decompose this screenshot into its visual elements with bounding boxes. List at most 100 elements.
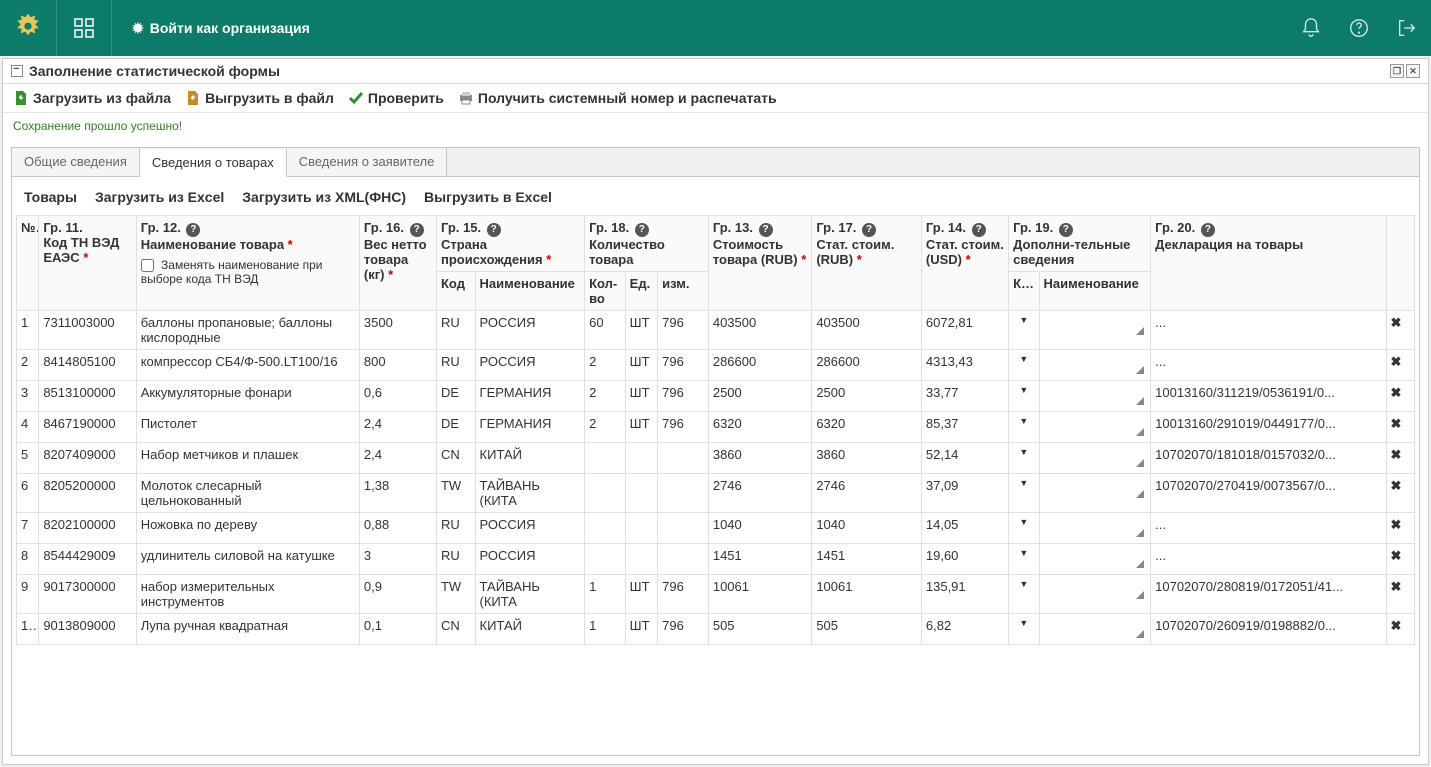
panel-close-button[interactable]: ✕ [1406,64,1420,78]
delete-row-button[interactable]: ✖ [1386,349,1415,380]
help-icon[interactable]: ? [487,223,501,237]
cell-add-name[interactable] [1039,349,1151,380]
cell-add-code-dropdown[interactable]: ▼ [1009,613,1039,644]
cell-country-code: RU [436,310,475,349]
cell-add-name[interactable] [1039,473,1151,512]
cell-declaration: ... [1151,543,1386,574]
help-icon[interactable]: ? [862,223,876,237]
export-excel-button[interactable]: Выгрузить в Excel [424,189,552,205]
delete-row-button[interactable]: ✖ [1386,512,1415,543]
col-country-name: Наименование [475,271,585,310]
cell-weight: 0,9 [359,574,436,613]
delete-row-button[interactable]: ✖ [1386,380,1415,411]
table-row[interactable]: 99017300000набор измерительных инструмен… [17,574,1415,613]
cell-add-code-dropdown[interactable]: ▼ [1009,473,1039,512]
delete-row-button[interactable]: ✖ [1386,613,1415,644]
help-button[interactable] [1335,0,1383,56]
cell-country-name: ТАЙВАНЬ (КИТА [475,574,585,613]
cell-code: 8207409000 [39,442,136,473]
replace-name-checkbox[interactable] [141,259,154,272]
delete-row-button[interactable]: ✖ [1386,473,1415,512]
load-from-file-button[interactable]: Загрузить из файла [13,90,171,106]
cell-stat-usd: 37,09 [921,473,1008,512]
delete-row-button[interactable]: ✖ [1386,543,1415,574]
help-icon[interactable]: ? [1201,223,1215,237]
help-icon[interactable]: ? [972,223,986,237]
cell-add-name[interactable] [1039,543,1151,574]
load-xml-button[interactable]: Загрузить из XML(ФНС) [242,189,406,205]
get-system-number-button[interactable]: Получить системный номер и распечатать [458,90,777,106]
cell-add-name[interactable] [1039,442,1151,473]
cell-qty: 1 [585,574,626,613]
tab-goods[interactable]: Сведения о товарах [140,149,287,177]
chevron-down-icon: ▼ [1013,579,1034,589]
cell-country-name: РОССИЯ [475,543,585,574]
cell-add-name[interactable] [1039,613,1151,644]
cell-add-name[interactable] [1039,574,1151,613]
tab-declarant[interactable]: Сведения о заявителе [287,148,448,176]
cell-name: Пистолет [136,411,359,442]
cell-add-name[interactable] [1039,380,1151,411]
cell-add-code-dropdown[interactable]: ▼ [1009,380,1039,411]
table-row[interactable]: 17311003000баллоны пропановые; баллоны к… [17,310,1415,349]
cell-unit [625,512,657,543]
cell-add-name[interactable] [1039,512,1151,543]
notifications-button[interactable] [1287,0,1335,56]
col-declaration: Гр. 20. ? Декларация на товары [1151,216,1386,311]
help-icon[interactable]: ? [410,223,424,237]
cell-num: 3 [17,380,39,411]
check-button[interactable]: Проверить [348,90,444,106]
load-excel-button[interactable]: Загрузить из Excel [95,189,224,205]
cell-name: компрессор СБ4/Ф-500.LT100/16 [136,349,359,380]
cell-cost: 403500 [708,310,811,349]
table-row[interactable]: 48467190000Пистолет2,4DEГЕРМАНИЯ2ШТ79663… [17,411,1415,442]
cell-stat-usd: 6,82 [921,613,1008,644]
cell-add-code-dropdown[interactable]: ▼ [1009,442,1039,473]
table-row[interactable]: 28414805100компрессор СБ4/Ф-500.LT100/16… [17,349,1415,380]
help-icon[interactable]: ? [759,223,773,237]
panel-restore-button[interactable]: ❐ [1390,64,1404,78]
apps-button[interactable] [56,0,112,56]
delete-row-button[interactable]: ✖ [1386,411,1415,442]
cell-code: 8205200000 [39,473,136,512]
cell-stat-rub: 3860 [812,442,922,473]
panel-collapse-toggle[interactable] [11,65,23,77]
table-row[interactable]: 68205200000Молоток слесарный цельнокован… [17,473,1415,512]
logout-button[interactable] [1383,0,1431,56]
cell-add-code-dropdown[interactable]: ▼ [1009,512,1039,543]
cell-unit-code: 796 [658,380,709,411]
cell-add-code-dropdown[interactable]: ▼ [1009,574,1039,613]
cell-stat-usd: 4313,43 [921,349,1008,380]
replace-name-checkbox-label[interactable]: Заменять наименование при выборе кода ТН… [141,258,355,286]
table-row[interactable]: 109013809000Лупа ручная квадратная0,1CNК… [17,613,1415,644]
cell-country-code: DE [436,411,475,442]
print-icon [458,90,474,106]
cell-unit-code: 796 [658,310,709,349]
table-row[interactable]: 78202100000Ножовка по дереву0,88RUРОССИЯ… [17,512,1415,543]
help-icon[interactable]: ? [635,223,649,237]
cell-stat-usd: 33,77 [921,380,1008,411]
delete-row-button[interactable]: ✖ [1386,442,1415,473]
delete-row-button[interactable]: ✖ [1386,310,1415,349]
cell-add-name[interactable] [1039,310,1151,349]
tab-general[interactable]: Общие сведения [12,148,140,176]
help-icon[interactable]: ? [1059,223,1073,237]
cell-country-code: RU [436,543,475,574]
cell-add-name[interactable] [1039,411,1151,442]
cell-num: 8 [17,543,39,574]
cell-code: 8513100000 [39,380,136,411]
delete-row-button[interactable]: ✖ [1386,574,1415,613]
col-name: Гр. 12. ? Наименование товара * Заменять… [136,216,359,311]
cell-add-code-dropdown[interactable]: ▼ [1009,543,1039,574]
cell-name: Молоток слесарный цельнокованный [136,473,359,512]
login-as-org-link[interactable]: Войти как организация [132,20,310,37]
table-row[interactable]: 58207409000Набор метчиков и плашек2,4CNК… [17,442,1415,473]
cell-add-code-dropdown[interactable]: ▼ [1009,310,1039,349]
cell-add-code-dropdown[interactable]: ▼ [1009,349,1039,380]
table-row[interactable]: 38513100000Аккумуляторные фонари0,6DEГЕР… [17,380,1415,411]
cell-add-code-dropdown[interactable]: ▼ [1009,411,1039,442]
help-icon[interactable]: ? [186,223,200,237]
table-row[interactable]: 88544429009удлинитель силовой на катушке… [17,543,1415,574]
export-to-file-button[interactable]: Выгрузить в файл [185,90,334,106]
cell-country-code: CN [436,613,475,644]
